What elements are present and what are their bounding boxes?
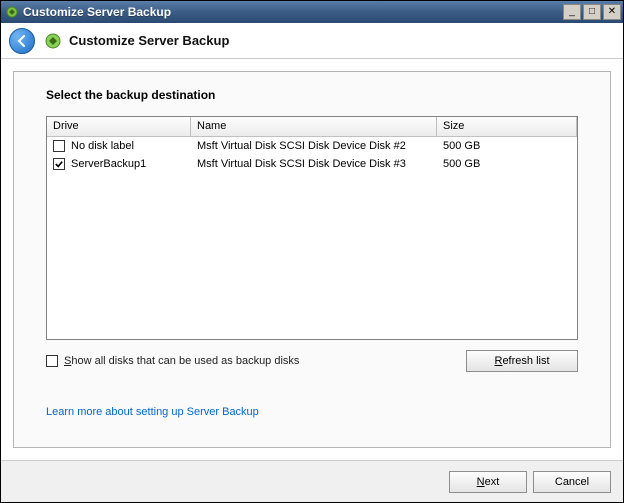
close-button[interactable]: ✕ (603, 4, 621, 20)
back-arrow-icon (15, 34, 29, 48)
size-cell: 500 GB (437, 158, 577, 170)
drive-label: ServerBackup1 (71, 158, 146, 170)
table-row[interactable]: ServerBackup1 Msft Virtual Disk SCSI Disk… (47, 155, 577, 173)
wizard-header: Customize Server Backup (1, 23, 623, 59)
learn-more-link[interactable]: Learn more about setting up Server Backu… (46, 406, 578, 418)
drive-label: No disk label (71, 140, 134, 152)
refresh-list-button[interactable]: Refresh list (466, 350, 578, 372)
column-header-drive[interactable]: Drive (47, 117, 191, 136)
destination-list: Drive Name Size No disk label Msft Virtua… (46, 116, 578, 340)
list-body: No disk label Msft Virtual Disk SCSI Disk… (47, 137, 577, 339)
show-all-disks-checkbox[interactable]: Show all disks that can be used as backu… (46, 355, 299, 367)
column-header-name[interactable]: Name (191, 117, 437, 136)
wizard-panel: Select the backup destination Drive Name… (13, 71, 611, 448)
window-frame: Customize Server Backup _ □ ✕ Customize … (0, 0, 624, 503)
table-row[interactable]: No disk label Msft Virtual Disk SCSI Disk… (47, 137, 577, 155)
wizard-icon (43, 31, 63, 51)
below-list-row: Show all disks that can be used as backu… (46, 350, 578, 372)
minimize-button[interactable]: _ (563, 4, 581, 20)
name-cell: Msft Virtual Disk SCSI Disk Device Disk … (191, 140, 437, 152)
column-header-size[interactable]: Size (437, 117, 577, 136)
page-instruction: Select the backup destination (24, 88, 600, 112)
show-all-label: Show all disks that can be used as backu… (64, 355, 299, 367)
titlebar-buttons: _ □ ✕ (563, 4, 621, 20)
back-button[interactable] (9, 28, 35, 54)
list-header: Drive Name Size (47, 117, 577, 137)
titlebar: Customize Server Backup _ □ ✕ (1, 1, 623, 23)
drive-cell: ServerBackup1 (47, 158, 191, 170)
row-checkbox[interactable] (53, 140, 65, 152)
wizard-title: Customize Server Backup (69, 33, 229, 48)
row-checkbox[interactable] (53, 158, 65, 170)
cancel-button[interactable]: Cancel (533, 471, 611, 493)
content-area: Select the backup destination Drive Name… (1, 59, 623, 460)
next-button[interactable]: Next (449, 471, 527, 493)
window-title: Customize Server Backup (23, 5, 563, 19)
name-cell: Msft Virtual Disk SCSI Disk Device Disk … (191, 158, 437, 170)
app-icon (5, 5, 19, 19)
maximize-button[interactable]: □ (583, 4, 601, 20)
wizard-footer: Next Cancel (1, 460, 623, 502)
size-cell: 500 GB (437, 140, 577, 152)
checkbox-icon (46, 355, 58, 367)
drive-cell: No disk label (47, 140, 191, 152)
